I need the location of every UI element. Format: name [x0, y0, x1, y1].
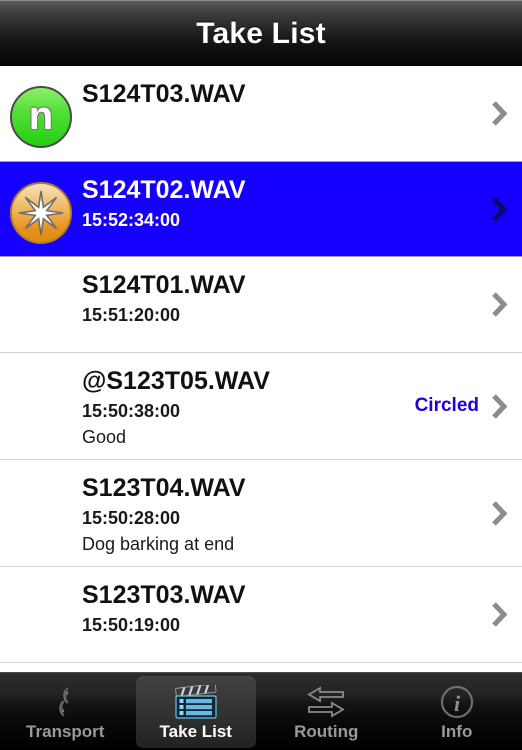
clapperboard-icon: [173, 683, 219, 721]
row-badge-column: [0, 470, 82, 480]
row-right-column: [491, 601, 522, 628]
take-note: Good: [82, 427, 127, 448]
tab-inner: Transport: [5, 676, 125, 748]
chevron-right-icon: [492, 393, 508, 419]
swap-arrows-icon: [307, 686, 346, 718]
app-root: Take List n S124T03.WAV S124T02.WAV 15:52:3…: [0, 0, 522, 750]
take-filename: S123T04.WAV: [82, 474, 246, 502]
row-body: S124T02.WAV 15:52:34:00: [82, 172, 491, 231]
star-icon: [18, 190, 64, 236]
take-list[interactable]: n S124T03.WAV S124T02.WAV 15:52:34:00 S124T0…: [0, 66, 522, 672]
take-list-row[interactable]: S123T04.WAV 15:50:28:00 Dog barking at end: [0, 460, 522, 567]
row-badge-column: [0, 363, 82, 373]
tab-inner: Take List: [135, 675, 256, 748]
chevron-right-icon: [492, 196, 508, 222]
row-right-column: [491, 500, 522, 527]
take-list-row[interactable]: S124T02.WAV 15:52:34:00: [0, 161, 522, 257]
take-list-row[interactable]: @S123T05.WAV 15:50:38:00 Good Circled: [0, 353, 522, 460]
row-badge-column: n: [0, 76, 82, 148]
new-take-badge: n: [10, 86, 72, 148]
row-body: S124T03.WAV: [82, 76, 491, 110]
row-meta: 15:51:20:00: [82, 305, 491, 327]
row-right-column: [491, 291, 522, 318]
navigation-bar: Take List: [0, 0, 522, 66]
tab-label: Routing: [294, 722, 359, 741]
take-timestamp: 15:52:34:00: [82, 209, 181, 230]
status-badge: Circled: [414, 395, 479, 416]
row-body: @S123T05.WAV 15:50:38:00 Good: [82, 363, 415, 449]
info-circle-icon: i: [439, 683, 475, 721]
row-meta: 15:50:28:00: [82, 508, 491, 530]
chevron-right-icon: [492, 292, 508, 317]
take-timestamp: 15:51:20:00: [82, 304, 181, 325]
reel-icon: [59, 687, 69, 717]
row-body: S124T01.WAV 15:51:20:00: [82, 267, 491, 326]
starred-take-badge: [10, 182, 72, 244]
row-meta: 15:50:19:00: [82, 615, 491, 637]
tab-label: Take List: [159, 722, 232, 741]
swap-arrows-icon: [304, 683, 348, 721]
take-timestamp: 15:50:38:00: [82, 400, 181, 421]
row-right-column: Circled: [415, 393, 522, 420]
tab-label: Transport: [26, 722, 105, 741]
row-badge-column: [0, 267, 82, 277]
take-timestamp: 15:50:19:00: [82, 614, 181, 635]
row-right-column: [491, 100, 522, 127]
take-filename: @S123T05.WAV: [82, 367, 270, 395]
chevron-right-icon: [492, 101, 508, 126]
take-list-row[interactable]: n S124T03.WAV: [0, 66, 522, 162]
take-list-row[interactable]: S123T03.WAV 15:50:19:00: [0, 567, 522, 663]
row-body: S123T04.WAV 15:50:28:00 Dog barking at end: [82, 470, 491, 556]
tab-routing[interactable]: Routing: [261, 673, 392, 750]
tab-inner: i Info: [397, 676, 517, 748]
reel-icon: [47, 683, 83, 721]
row-right-column: [491, 196, 522, 223]
tab-inner: Routing: [266, 676, 386, 748]
row-badge-column: [0, 577, 82, 587]
take-filename: S123T03.WAV: [82, 581, 246, 609]
tab-info[interactable]: i Info: [392, 673, 522, 750]
chevron-right-icon: [492, 500, 508, 526]
svg-text:i: i: [454, 691, 461, 716]
take-timestamp: 15:50:28:00: [82, 507, 181, 528]
take-filename: S124T01.WAV: [82, 271, 246, 299]
tab-transport[interactable]: Transport: [0, 673, 131, 750]
badge-letter: n: [28, 94, 54, 138]
take-note: Dog barking at end: [82, 534, 235, 555]
row-meta: 15:52:34:00: [82, 210, 491, 232]
row-body: S123T03.WAV 15:50:19:00: [82, 577, 491, 636]
take-filename: S124T02.WAV: [82, 176, 246, 204]
tab-take-list[interactable]: Take List: [131, 673, 262, 750]
page-title: Take List: [196, 16, 326, 50]
tab-label: Info: [441, 722, 473, 741]
tab-bar: Transport Take List Routing i Info: [0, 672, 522, 750]
info-circle-icon: i: [440, 685, 473, 719]
clapperboard-icon: [174, 685, 217, 719]
chevron-right-icon: [492, 602, 508, 627]
row-badge-column: [0, 172, 82, 244]
take-list-row[interactable]: S124T01.WAV 15:51:20:00: [0, 257, 522, 353]
take-filename: S124T03.WAV: [82, 80, 246, 108]
row-meta: 15:50:38:00: [82, 401, 415, 423]
